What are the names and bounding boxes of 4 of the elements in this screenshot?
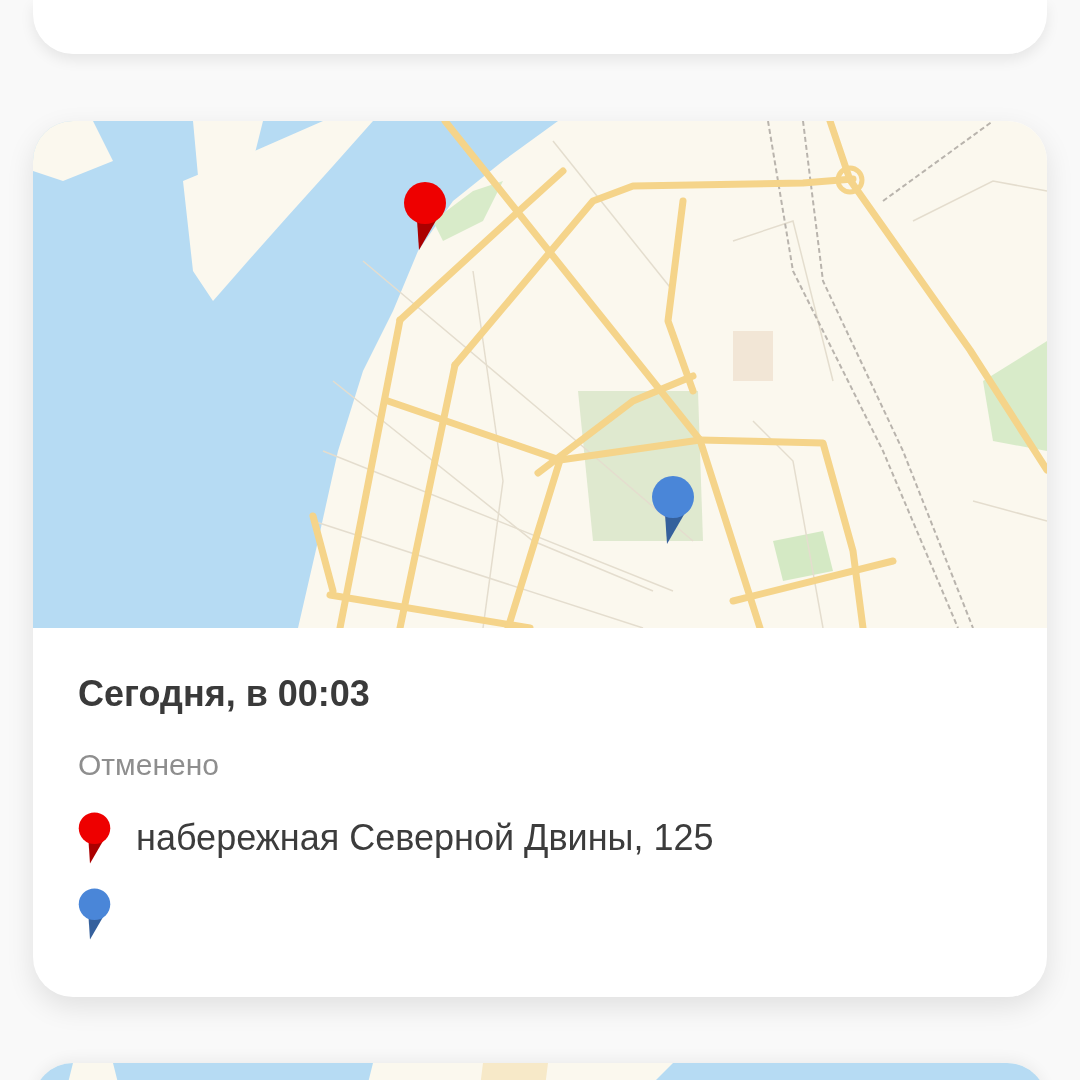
trip-status: Отменено [78,747,220,783]
trip-card[interactable]: Сегодня, в 00:03 Отменено набережная Северной Двины, 125 [33,121,1047,997]
address-text: набережная Северной Двины, 125 [136,816,714,860]
trip-date-time: Сегодня, в 00:03 [78,672,371,716]
